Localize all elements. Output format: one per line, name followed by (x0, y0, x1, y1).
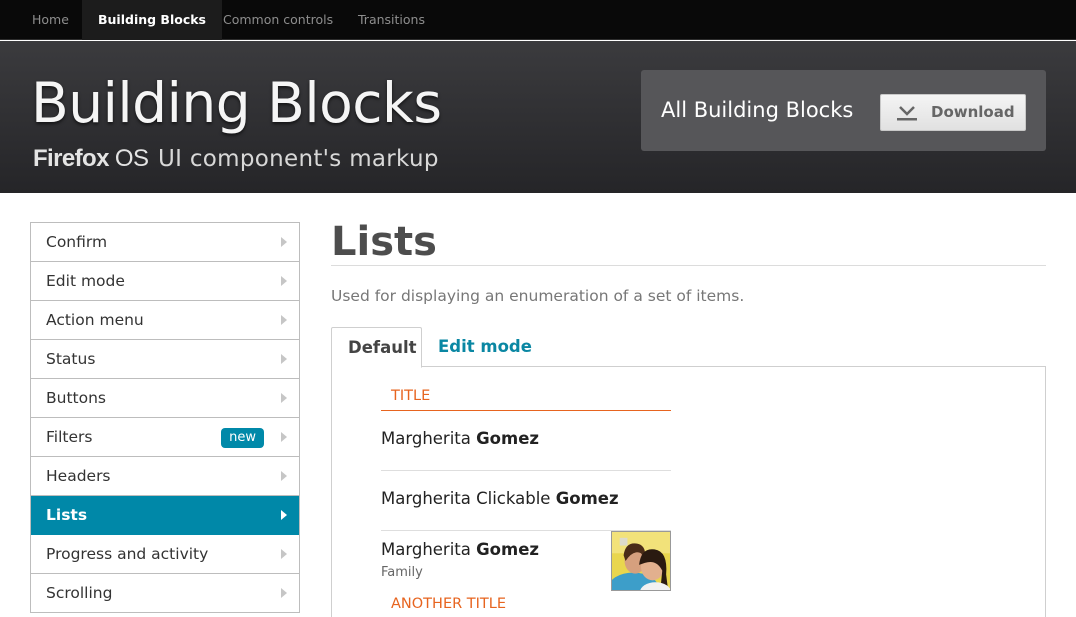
brand-os: OS (114, 145, 149, 172)
banner-subtitle: Firefox OS UI component's markup (33, 141, 439, 175)
page-title: Lists (331, 219, 437, 265)
tab-bar: Default Edit mode (331, 327, 1046, 368)
download-button-label: Download (931, 103, 1015, 121)
list-header-title: ANOTHER TITLE (391, 596, 507, 612)
sidebar-item-lists[interactable]: Lists (31, 496, 299, 535)
chevron-right-icon (281, 315, 287, 325)
sidebar-item-confirm[interactable]: Confirm (31, 223, 299, 262)
sidebar-item-label: Edit mode (46, 272, 125, 290)
new-badge: new (221, 428, 264, 448)
list-item-name: Margherita Clickable Gomez (381, 489, 619, 508)
sidebar-item-label: Filters (46, 428, 93, 446)
sidebar-item-label: Confirm (46, 233, 108, 251)
title-divider (331, 265, 1046, 266)
sidebar-item-label: Progress and activity (46, 545, 209, 563)
nav-building-blocks[interactable]: Building Blocks (82, 0, 222, 40)
banner-title: Building Blocks (31, 71, 442, 135)
list-item-first-name: Margherita Clickable (381, 489, 551, 508)
list-item-name: Margherita Gomez (381, 540, 539, 559)
list-header: TITLE (381, 385, 671, 411)
sidebar-item-headers[interactable]: Headers (31, 457, 299, 496)
download-button[interactable]: Download (880, 94, 1026, 131)
list-item-clickable[interactable]: Margherita Clickable Gomez (381, 471, 671, 531)
chevron-right-icon (281, 549, 287, 559)
list-item-subtitle: Family (381, 565, 423, 580)
chevron-right-icon (281, 510, 287, 520)
list-item-name: Margherita Gomez (381, 429, 539, 448)
chevron-right-icon (281, 276, 287, 286)
firefox-os-logo: Firefox OS (33, 145, 149, 172)
sidebar-item-label: Status (46, 350, 96, 368)
list-item-last-name: Gomez (476, 429, 539, 448)
sidebar-item-edit-mode[interactable]: Edit mode (31, 262, 299, 301)
list-item-first-name: Margherita (381, 540, 471, 559)
sidebar-item-buttons[interactable]: Buttons (31, 379, 299, 418)
list-header: ANOTHER TITLE (381, 593, 671, 617)
nav-transitions[interactable]: Transitions (342, 0, 441, 40)
list-item-last-name: Gomez (555, 489, 619, 508)
sidebar-item-action-menu[interactable]: Action menu (31, 301, 299, 340)
chevron-right-icon (281, 588, 287, 598)
list-item[interactable]: Margherita Gomez (381, 411, 671, 471)
chevron-right-icon (281, 354, 287, 364)
contact-photo (611, 531, 671, 591)
sidebar-item-label: Headers (46, 467, 111, 485)
chevron-right-icon (281, 393, 287, 403)
top-nav: Home Building Blocks Common controls Tra… (0, 0, 1076, 40)
sidebar-item-filters[interactable]: Filters new (31, 418, 299, 457)
chevron-right-icon (281, 432, 287, 442)
list-item-first-name: Margherita (381, 429, 471, 448)
list-item-last-name: Gomez (476, 540, 539, 559)
tab-edit-mode[interactable]: Edit mode (422, 327, 548, 368)
sidebar-item-label: Action menu (46, 311, 144, 329)
brand-firefox: Firefox (33, 145, 109, 172)
tab-default[interactable]: Default (331, 327, 422, 368)
download-icon (897, 106, 917, 121)
nav-home[interactable]: Home (16, 0, 85, 40)
nav-common-controls[interactable]: Common controls (207, 0, 349, 40)
sidebar-item-progress-and-activity[interactable]: Progress and activity (31, 535, 299, 574)
list-header-title: TITLE (391, 388, 431, 404)
chevron-right-icon (281, 237, 287, 247)
page-description: Used for displaying an enumeration of a … (331, 287, 745, 305)
sidebar-item-label: Scrolling (46, 584, 113, 602)
banner: Building Blocks Firefox OS UI component'… (0, 41, 1076, 193)
sidebar: Confirm Edit mode Action menu Status But… (30, 222, 300, 613)
sidebar-item-label: Buttons (46, 389, 106, 407)
sidebar-item-status[interactable]: Status (31, 340, 299, 379)
list-item-with-image[interactable]: Margherita Gomez Family (381, 531, 671, 591)
subtitle-text: UI component's markup (158, 146, 439, 172)
sidebar-item-scrolling[interactable]: Scrolling (31, 574, 299, 613)
download-box: All Building Blocks Download (641, 70, 1046, 151)
sidebar-item-label: Lists (46, 506, 88, 524)
chevron-right-icon (281, 471, 287, 481)
download-box-label: All Building Blocks (661, 98, 854, 122)
